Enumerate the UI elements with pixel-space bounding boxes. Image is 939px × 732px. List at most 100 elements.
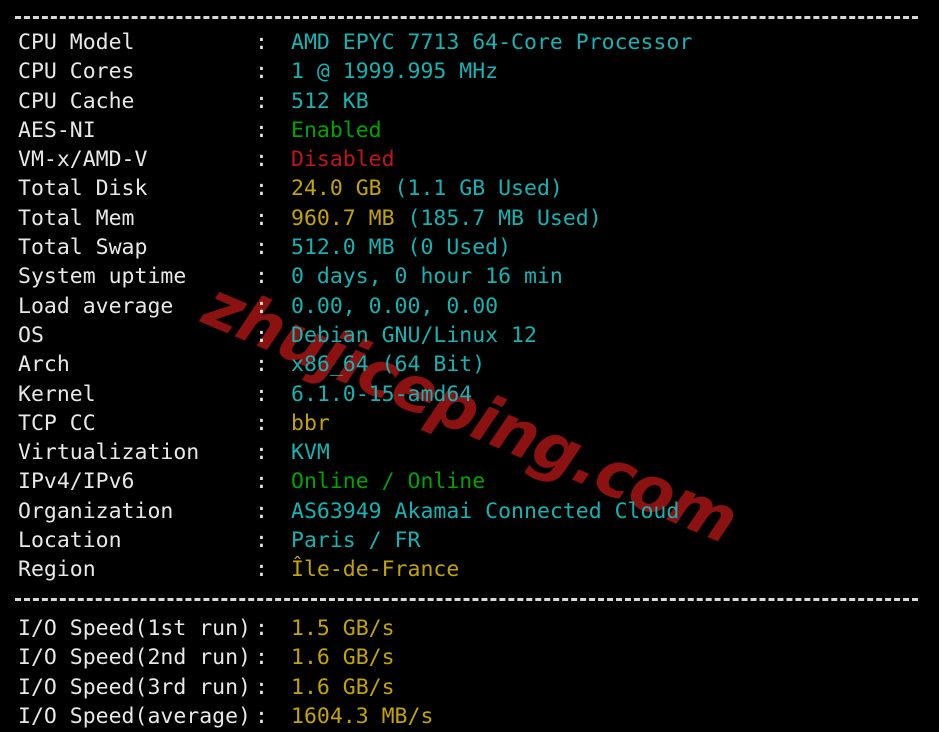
io-speed-colon: : <box>255 703 268 729</box>
system-info-label: Location <box>18 528 122 554</box>
system-info-section: CPU Model: AMD EPYC 7713 64-Core Processo… <box>0 28 939 585</box>
terminal-window: zhujiceping.com CPU Model: AMD EPYC 7713 … <box>0 0 939 732</box>
io-speed-row: I/O Speed(2nd run):1.6 GB/s <box>0 643 939 672</box>
system-info-colon: : <box>255 381 268 407</box>
system-info-label: Virtualization <box>18 440 200 466</box>
separator-top <box>0 6 939 28</box>
io-speed-value: 1.6 GB/s <box>291 645 395 671</box>
io-speed-row: I/O Speed(average):1604.3 MB/s <box>0 702 939 731</box>
system-info-value-secondary: (185.7 MB Used) <box>394 205 602 231</box>
system-info-label: TCP CC <box>18 410 96 436</box>
io-speed-label: I/O Speed(2nd run) <box>18 645 251 671</box>
system-info-value: 1 @ 1999.995 MHz <box>291 59 499 85</box>
io-speed-row: I/O Speed(1st run):1.5 GB/s <box>0 614 939 643</box>
system-info-label: Total Mem <box>18 205 135 231</box>
system-info-row: Virtualization: KVM <box>0 438 939 467</box>
system-info-value: Paris / FR <box>291 528 421 554</box>
system-info-value-primary: 24.0 GB <box>291 176 382 202</box>
system-info-label: Region <box>18 557 96 583</box>
io-speed-value: 1.5 GB/s <box>291 615 395 641</box>
system-info-colon: : <box>255 205 268 231</box>
io-speed-colon: : <box>255 645 268 671</box>
system-info-row: Region: Île-de-France <box>0 555 939 584</box>
system-info-colon: : <box>255 410 268 436</box>
system-info-value: bbr <box>291 410 330 436</box>
system-info-value: AMD EPYC 7713 64-Core Processor <box>291 30 693 55</box>
system-info-value: 6.1.0-15-amd64 <box>291 381 473 407</box>
system-info-colon: : <box>255 528 268 554</box>
system-info-label: Arch <box>18 352 70 378</box>
system-info-value: 0.00, 0.00, 0.00 <box>291 293 499 319</box>
system-info-label: CPU Model <box>18 30 135 55</box>
system-info-colon: : <box>255 30 268 55</box>
system-info-label: VM-x/AMD-V <box>18 147 148 173</box>
system-info-colon: : <box>255 147 268 173</box>
io-speed-value: 1.6 GB/s <box>291 674 395 700</box>
dashed-rule-icon <box>15 16 918 19</box>
system-info-row: Organization: AS63949 Akamai Connected Cl… <box>0 497 939 526</box>
system-info-row: System uptime:0 days, 0 hour 16 min <box>0 262 939 291</box>
system-info-value: Disabled <box>291 147 395 173</box>
system-info-row: AES-NI: Enabled <box>0 116 939 145</box>
system-info-row: CPU Cores:1 @ 1999.995 MHz <box>0 57 939 86</box>
system-info-label: Total Swap <box>18 235 148 261</box>
io-speed-label: I/O Speed(3rd run) <box>18 674 251 700</box>
system-info-row: Total Swap:512.0 MB (0 Used) <box>0 233 939 262</box>
system-info-value: Enabled <box>291 117 382 143</box>
system-info-label: OS <box>18 322 44 348</box>
system-info-row: Location: Paris / FR <box>0 526 939 555</box>
system-info-label: Organization <box>18 498 174 524</box>
system-info-row: TCP CC: bbr <box>0 409 939 438</box>
terminal-content: CPU Model: AMD EPYC 7713 64-Core Processo… <box>0 0 939 732</box>
dashed-rule-icon <box>15 598 918 602</box>
system-info-row: IPv4/IPv6: Online / Online <box>0 467 939 496</box>
io-speed-colon: : <box>255 615 268 641</box>
system-info-colon: : <box>255 293 268 319</box>
io-speed-row: I/O Speed(3rd run):1.6 GB/s <box>0 673 939 702</box>
system-info-value: x86_64 (64 Bit) <box>291 352 486 378</box>
system-info-colon: : <box>255 352 268 378</box>
system-info-value: Online / Online <box>291 469 486 495</box>
system-info-row: Total Disk:24.0 GB (1.1 GB Used) <box>0 174 939 203</box>
system-info-value: AS63949 Akamai Connected Cloud <box>291 498 680 524</box>
system-info-colon: : <box>255 117 268 143</box>
system-info-row: VM-x/AMD-V: Disabled <box>0 145 939 174</box>
io-speed-value: 1604.3 MB/s <box>291 703 434 729</box>
system-info-value: 0 days, 0 hour 16 min <box>291 264 563 290</box>
io-speed-label: I/O Speed(average) <box>18 703 251 729</box>
system-info-label: Load average <box>18 293 174 319</box>
io-speed-colon: : <box>255 674 268 700</box>
system-info-colon: : <box>255 235 268 261</box>
system-info-row: Kernel:6.1.0-15-amd64 <box>0 380 939 409</box>
system-info-value-secondary: (1.1 GB Used) <box>381 176 563 202</box>
system-info-label: CPU Cores <box>18 59 135 85</box>
system-info-row: Total Mem:960.7 MB (185.7 MB Used) <box>0 204 939 233</box>
system-info-label: IPv4/IPv6 <box>18 469 135 495</box>
system-info-colon: : <box>255 469 268 495</box>
system-info-row: Load average:0.00, 0.00, 0.00 <box>0 292 939 321</box>
system-info-colon: : <box>255 322 268 348</box>
system-info-colon: : <box>255 498 268 524</box>
separator-middle <box>0 585 939 614</box>
system-info-value: 512 KB <box>291 88 369 114</box>
system-info-row: Arch: x86_64 (64 Bit) <box>0 350 939 379</box>
system-info-colon: : <box>255 557 268 583</box>
system-info-colon: : <box>255 440 268 466</box>
system-info-label: CPU Cache <box>18 88 135 114</box>
system-info-value: Debian GNU/Linux 12 <box>291 322 537 348</box>
system-info-colon: : <box>255 264 268 290</box>
system-info-value: Île-de-France <box>291 557 460 583</box>
system-info-row: CPU Cache:512 KB <box>0 87 939 116</box>
system-info-value-primary: 960.7 MB <box>291 205 395 231</box>
system-info-colon: : <box>255 176 268 202</box>
io-speed-section: I/O Speed(1st run):1.5 GB/s I/O Speed(2nd… <box>0 614 939 731</box>
system-info-label: Kernel <box>18 381 96 407</box>
system-info-label: System uptime <box>18 264 187 290</box>
io-speed-label: I/O Speed(1st run) <box>18 615 251 641</box>
system-info-colon: : <box>255 59 268 85</box>
system-info-label: Total Disk <box>18 176 148 202</box>
system-info-value: KVM <box>291 440 330 466</box>
system-info-label: AES-NI <box>18 117 96 143</box>
system-info-value: 512.0 MB (0 Used) <box>291 235 512 261</box>
system-info-colon: : <box>255 88 268 114</box>
